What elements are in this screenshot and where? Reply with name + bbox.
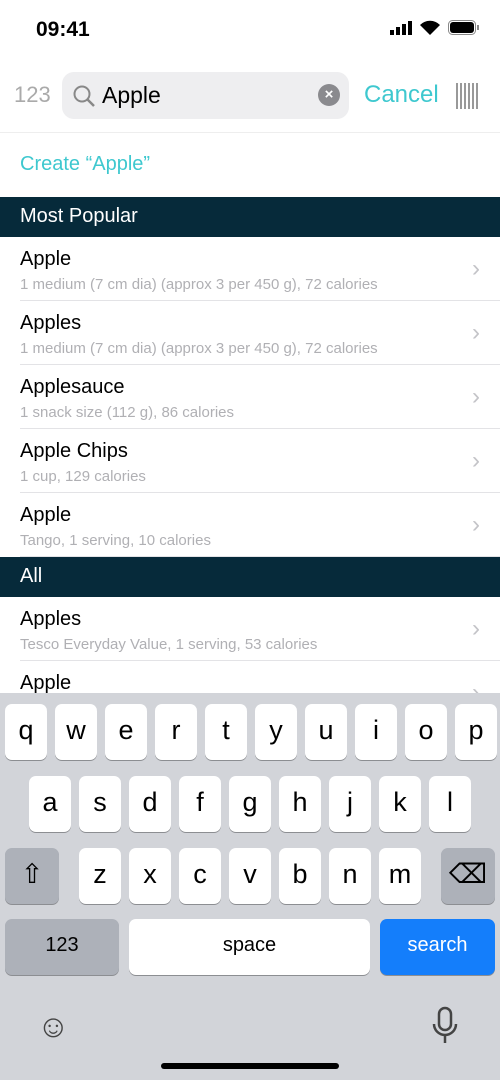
food-title: Apple bbox=[20, 504, 72, 526]
key-c[interactable]: c bbox=[179, 848, 221, 904]
food-detail: Tesco Everyday Value, 1 serving, 53 calo… bbox=[20, 636, 318, 653]
search-query: Apple bbox=[102, 82, 161, 108]
emoji-icon[interactable]: ☺ bbox=[37, 1008, 70, 1045]
search-icon bbox=[73, 85, 95, 107]
create-food-link[interactable]: Create “Apple” bbox=[20, 153, 150, 176]
cancel-button[interactable]: Cancel bbox=[364, 81, 439, 109]
key-k[interactable]: k bbox=[379, 776, 421, 832]
food-title: Applesauce bbox=[20, 376, 125, 398]
section-header: Most Popular bbox=[0, 197, 500, 237]
key-u[interactable]: u bbox=[305, 704, 347, 760]
key-v[interactable]: v bbox=[229, 848, 271, 904]
key-l[interactable]: l bbox=[429, 776, 471, 832]
quick-add-number-button[interactable]: 123 bbox=[14, 82, 51, 108]
chevron-right-icon: › bbox=[472, 319, 480, 346]
backspace-icon: ⌫ bbox=[448, 859, 488, 889]
food-list-item[interactable]: Apples 1 medium (7 cm dia) (approx 3 per … bbox=[0, 301, 500, 365]
clear-icon[interactable]: × bbox=[318, 84, 340, 106]
key-i[interactable]: i bbox=[355, 704, 397, 760]
microphone-icon[interactable] bbox=[431, 1006, 459, 1051]
food-detail: 1 snack size (112 g), 86 calories bbox=[20, 404, 234, 421]
key-h[interactable]: h bbox=[279, 776, 321, 832]
key-x[interactable]: x bbox=[129, 848, 171, 904]
key-q[interactable]: q bbox=[5, 704, 47, 760]
key-b[interactable]: b bbox=[279, 848, 321, 904]
key-m[interactable]: m bbox=[379, 848, 421, 904]
key-f[interactable]: f bbox=[179, 776, 221, 832]
keyboard: q w e r t y u i o p a s d f g h j k l z x c v b n m ⇧ ⌫ 123 space sear… bbox=[0, 693, 500, 1080]
food-title: Apple Chips bbox=[20, 440, 128, 462]
clock: 09:41 bbox=[36, 18, 90, 41]
food-detail: Tango, 1 serving, 10 calories bbox=[20, 532, 211, 549]
battery-icon bbox=[448, 20, 479, 35]
food-title: Apple bbox=[20, 248, 72, 270]
chevron-right-icon: › bbox=[472, 511, 480, 538]
key-z[interactable]: z bbox=[79, 848, 121, 904]
key-d[interactable]: d bbox=[129, 776, 171, 832]
delete-key[interactable]: ⌫ bbox=[441, 848, 495, 904]
divider bbox=[0, 132, 500, 133]
key-s[interactable]: s bbox=[79, 776, 121, 832]
key-y[interactable]: y bbox=[255, 704, 297, 760]
key-r[interactable]: r bbox=[155, 704, 197, 760]
food-list-item[interactable]: Applesauce 1 snack size (112 g), 86 calor… bbox=[0, 365, 500, 429]
chevron-right-icon: › bbox=[472, 255, 480, 282]
section-header: All bbox=[0, 557, 500, 597]
wifi-icon bbox=[420, 20, 440, 35]
space-key[interactable]: space bbox=[129, 919, 370, 975]
key-o[interactable]: o bbox=[405, 704, 447, 760]
chevron-right-icon: › bbox=[472, 383, 480, 410]
barcode-icon[interactable] bbox=[456, 83, 480, 109]
shift-icon: ⇧ bbox=[20, 859, 44, 889]
chevron-right-icon: › bbox=[472, 447, 480, 474]
search-key[interactable]: search bbox=[380, 919, 495, 975]
food-detail: 1 cup, 129 calories bbox=[20, 468, 146, 485]
food-detail: 1 medium (7 cm dia) (approx 3 per 450 g)… bbox=[20, 276, 378, 293]
key-w[interactable]: w bbox=[55, 704, 97, 760]
key-g[interactable]: g bbox=[229, 776, 271, 832]
key-n[interactable]: n bbox=[329, 848, 371, 904]
food-list-item[interactable]: Apple Tango, 1 serving, 10 calories › bbox=[0, 493, 500, 557]
key-a[interactable]: a bbox=[29, 776, 71, 832]
key-t[interactable]: t bbox=[205, 704, 247, 760]
food-list-item[interactable]: Apple 1 medium (7 cm dia) (approx 3 per 4… bbox=[0, 237, 500, 301]
search-bar: 123 Apple × Cancel bbox=[0, 72, 500, 120]
food-title: Apple bbox=[20, 672, 72, 694]
key-j[interactable]: j bbox=[329, 776, 371, 832]
chevron-right-icon: › bbox=[472, 615, 480, 642]
food-list-item[interactable]: Apples Tesco Everyday Value, 1 serving, 5… bbox=[0, 597, 500, 661]
key-p[interactable]: p bbox=[455, 704, 497, 760]
food-list-item[interactable]: Apple Chips 1 cup, 129 calories › bbox=[0, 429, 500, 493]
search-input[interactable]: Apple × bbox=[62, 72, 349, 119]
numbers-key[interactable]: 123 bbox=[5, 919, 119, 975]
food-title: Apples bbox=[20, 608, 82, 630]
food-title: Apples bbox=[20, 312, 82, 334]
key-e[interactable]: e bbox=[105, 704, 147, 760]
status-bar: 09:41 bbox=[0, 0, 500, 60]
shift-key[interactable]: ⇧ bbox=[5, 848, 59, 904]
food-detail: 1 medium (7 cm dia) (approx 3 per 450 g)… bbox=[20, 340, 378, 357]
signal-icon bbox=[390, 20, 412, 35]
home-indicator bbox=[161, 1063, 339, 1069]
